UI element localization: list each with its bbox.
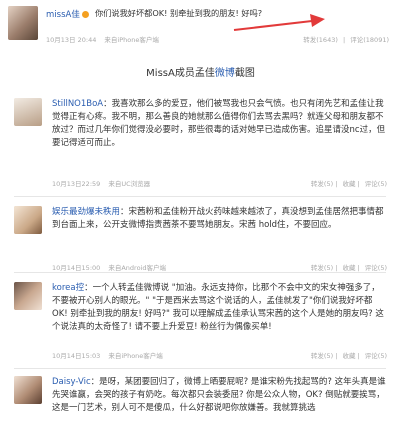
comment-text: Daisy-Vic：是呀，某团要回归了，微博上晒要屁呢? 是谁宋粉先找起骂的? … [52,377,386,413]
post-time[interactable]: 10月13日 20:44 [46,36,96,44]
top-post-actions: 转发(1643) | 评论(18091) [303,36,389,44]
comment-link[interactable]: 评论(5) [365,352,387,360]
repost-link[interactable]: 转发(5) [311,180,333,188]
comment-meta: 10月13日22:59 来自UC浏览器 [52,180,151,188]
avatar[interactable] [14,98,42,126]
top-post-meta: 10月13日 20:44 来自iPhone客户端 [46,34,159,44]
collect-link[interactable]: 收藏 [342,264,355,272]
list-item: 娱乐最劲爆未秩用：宋茜粉和孟佳粉开战火药味越来越浓了，真没想到孟佳居然把事情都到… [0,206,401,272]
comment-actions: 转发(5) | 收藏 | 评论(5) [310,180,387,188]
comment-actions: 转发(5) | 收藏 | 评论(5) [310,352,387,360]
comment-text: korea控：一个人转孟佳微博说 "加油。永远支持你，比那个不会中文的宋女神强多… [52,283,384,332]
repost-link[interactable]: 转发(5) [311,264,333,272]
comment-text: StillNO1BoA：我喜欢那么多的爱豆，他们被骂我也只会气愤。也只有闭先艺和… [52,99,386,148]
avatar[interactable] [14,376,42,404]
repost-link[interactable]: 转发(5) [311,352,333,360]
comment-username[interactable]: StillNO1BoA [52,99,103,109]
divider [14,368,386,369]
verified-icon [81,11,89,18]
comment-text: 娱乐最劲爆未秩用：宋茜粉和孟佳粉开战火药味越来越浓了，真没想到孟佳居然把事情都到… [52,207,384,230]
comment-actions: 转发(5) | 收藏 | 评论(5) [310,264,387,272]
collect-link[interactable]: 收藏 [342,180,355,188]
comment-username[interactable]: Daisy-Vic [52,377,91,387]
avatar[interactable] [14,206,42,234]
repost-link[interactable]: 转发(1643) [303,36,338,44]
collect-link[interactable]: 收藏 [342,352,355,360]
comment-link[interactable]: 评论(5) [365,264,387,272]
red-arrow-icon [233,14,325,31]
comment-link[interactable]: 评论(5) [365,180,387,188]
avatar[interactable] [14,282,42,310]
comment-username[interactable]: korea控 [52,283,84,293]
avatar[interactable] [8,6,38,40]
top-post-username[interactable]: missA佳 [46,8,89,20]
list-item: StillNO1BoA：我喜欢那么多的爱豆，他们被骂我也只会气愤。也只有闭先艺和… [0,98,401,194]
comment-meta: 10月14日15:03 来自iPhone客户端 [52,352,163,360]
list-item: Daisy-Vic：是呀，某团要回归了，微博上晒要屁呢? 是谁宋粉先找起骂的? … [0,376,401,431]
post-source: 来自iPhone客户端 [104,36,159,44]
divider [14,272,386,273]
comment-meta: 10月14日15:00 来自Android客户端 [52,264,166,272]
weibo-link[interactable]: 微博 [215,68,235,79]
comment-link[interactable]: 评论(18091) [350,36,389,44]
screenshot-caption: MissA成员孟佳微博截图 [146,68,255,79]
comment-username[interactable]: 娱乐最劲爆未秩用 [52,207,120,217]
divider [14,196,386,197]
top-post: missA佳 你们说我好坏都OK! 别牵扯到我的朋友! 好吗? 10月13日 2… [0,0,401,58]
list-item: korea控：一个人转孟佳微博说 "加油。永远支持你，比那个不会中文的宋女神强多… [0,282,401,366]
